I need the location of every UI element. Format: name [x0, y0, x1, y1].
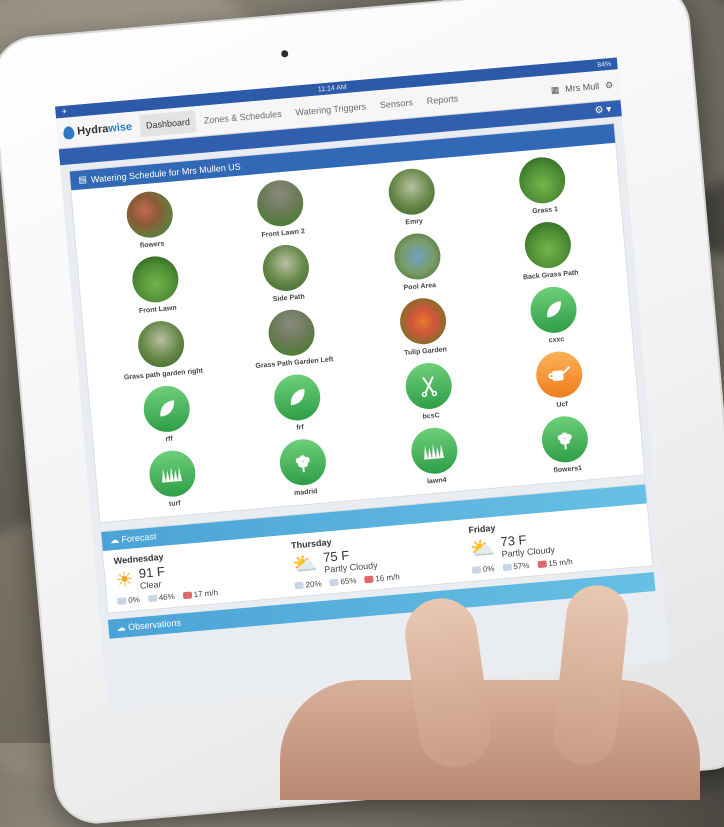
zones-grid: flowers Front Lawn 2 Emry Grass 1 Front … — [71, 143, 644, 522]
grass-icon — [147, 448, 198, 499]
zone-tile[interactable]: Ucf — [492, 346, 628, 414]
battery-level: 84% — [597, 60, 612, 69]
zone-tile[interactable]: rff — [99, 380, 235, 448]
watering-can-icon — [534, 349, 585, 400]
cloud-icon: ☁ — [109, 534, 120, 546]
flower-bed-photo — [124, 189, 175, 240]
house-lawn-photo — [255, 178, 306, 229]
leaf-icon — [272, 372, 323, 423]
zone-tile[interactable]: Pool Area — [350, 228, 486, 296]
tab-watering-triggers[interactable]: Watering Triggers — [289, 95, 373, 124]
rain-chance: 0% — [117, 595, 140, 606]
zone-tile[interactable]: Grass path garden right — [93, 316, 229, 384]
wind: 17 m/h — [182, 588, 218, 600]
watering-schedule-panel: ▤ Watering Schedule for Mrs Mullen US fl… — [68, 122, 646, 524]
grass-icon — [409, 425, 460, 476]
partly-cloudy-icon: ⛅ — [469, 536, 496, 561]
shears-icon — [403, 361, 454, 411]
airplane-icon: ✈ — [61, 108, 68, 116]
lawn-photo — [130, 254, 181, 305]
tab-reports[interactable]: Reports — [420, 87, 465, 113]
zone-tile[interactable]: madrid — [236, 434, 372, 502]
user-menu[interactable]: ▦ Mrs Mull ⚙ — [550, 79, 613, 95]
path-photo — [261, 243, 312, 293]
zone-tile[interactable]: Grass 1 — [475, 152, 611, 220]
water-drop-icon — [62, 125, 75, 140]
zone-tile[interactable]: flowers1 — [498, 411, 634, 479]
flower-icon — [540, 414, 591, 465]
hand — [280, 680, 700, 800]
humidity: 65% — [329, 576, 357, 587]
rain-chance: 20% — [294, 579, 322, 590]
garden-photo — [386, 166, 437, 217]
grass-photo — [517, 155, 568, 206]
zone-tile[interactable]: cxxc — [486, 281, 622, 349]
zone-tile[interactable]: frf — [230, 369, 366, 437]
status-time: 11:14 AM — [317, 83, 348, 94]
logo-text: Hydrawise — [76, 120, 133, 138]
partly-cloudy-icon: ⛅ — [291, 552, 319, 577]
zone-tile[interactable]: Emry — [344, 163, 480, 231]
tab-sensors[interactable]: Sensors — [373, 91, 420, 117]
zone-tile[interactable]: bcsC — [361, 357, 497, 425]
forecast-day: Wednesday ☀ 91 F Clear 0% 46% 17 m/h — [113, 551, 219, 606]
cloud-icon: ☁ — [116, 622, 127, 634]
grid-icon: ▦ — [550, 84, 560, 95]
zone-tile[interactable]: turf — [105, 445, 241, 513]
leaf-icon — [528, 284, 579, 335]
zone-tile[interactable]: Side Path — [219, 239, 355, 307]
rain-chance: 0% — [471, 564, 495, 575]
settings-icon: ⚙ — [604, 79, 614, 90]
zone-tile[interactable]: Back Grass Path — [481, 216, 617, 284]
sun-icon: ☀ — [114, 568, 135, 592]
zone-tile[interactable]: Front Lawn — [88, 251, 224, 319]
wind: 15 m/h — [537, 557, 573, 569]
humidity: 46% — [147, 592, 175, 603]
grass-path-photo — [523, 220, 574, 270]
leaf-icon — [141, 384, 192, 434]
zone-tile[interactable]: lawn4 — [367, 422, 503, 490]
zone-tile[interactable]: Grass Path Garden Left — [224, 304, 360, 372]
forecast-day: Friday ⛅ 73 F Partly Cloudy 0% 57% 15 m/… — [468, 522, 574, 575]
zone-tile[interactable]: Front Lawn 2 — [213, 175, 349, 243]
camera — [280, 49, 289, 58]
pool-photo — [392, 231, 443, 282]
hydrawise-logo[interactable]: Hydrawise — [62, 120, 133, 140]
wind: 16 m/h — [364, 572, 400, 584]
forecast-day: Thursday ⛅ 75 F Partly Cloudy 20% 65% 16… — [290, 537, 401, 590]
flower-icon — [278, 437, 329, 488]
user-name: Mrs Mull — [564, 81, 600, 94]
tulip-photo — [397, 296, 448, 347]
humidity: 57% — [502, 561, 530, 572]
gear-icon[interactable]: ⚙ ▾ — [594, 104, 612, 116]
calendar-icon: ▤ — [77, 174, 88, 185]
tab-dashboard[interactable]: Dashboard — [139, 110, 197, 138]
tab-zones-schedules[interactable]: Zones & Schedules — [197, 102, 289, 132]
zone-tile[interactable]: flowers — [82, 186, 218, 254]
zone-tile[interactable]: Tulip Garden — [355, 293, 491, 361]
garden-path-photo — [135, 319, 186, 370]
garden-path-photo — [266, 307, 317, 358]
